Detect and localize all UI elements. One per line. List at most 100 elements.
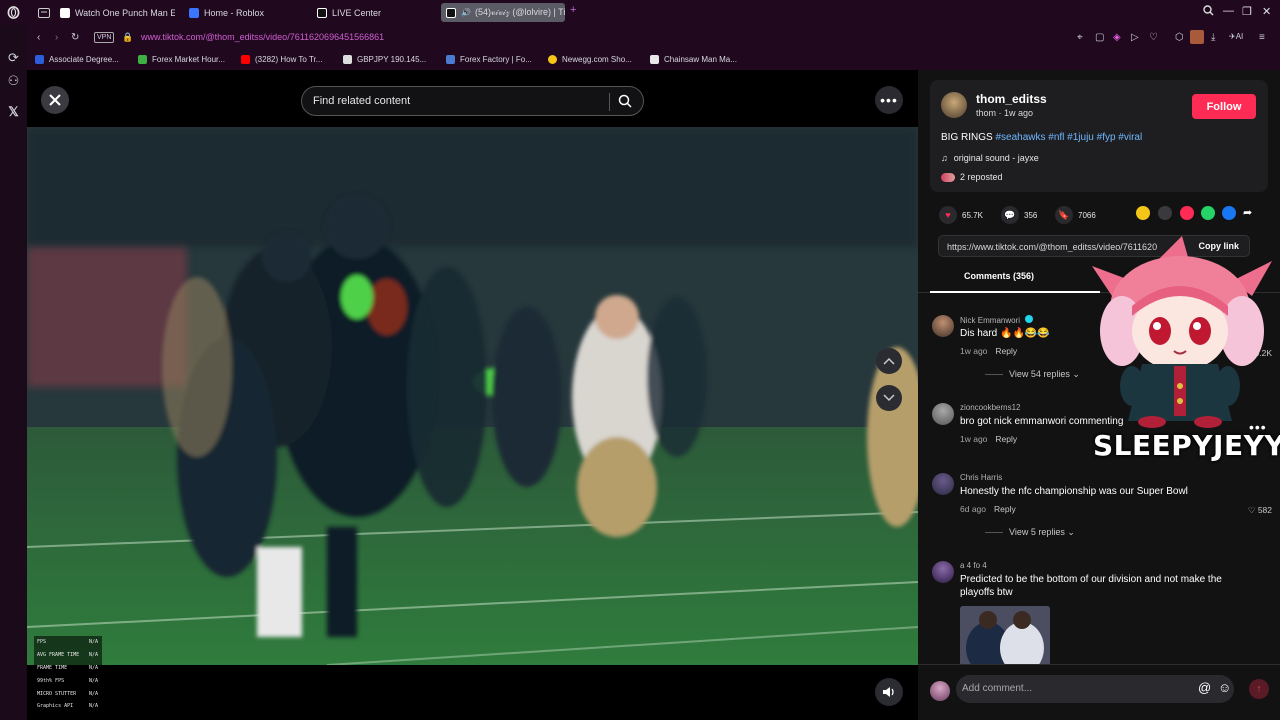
maximize-icon[interactable]: ❐ xyxy=(1242,5,1252,18)
related-search-bar[interactable]: Find related content xyxy=(301,86,644,116)
bookmark-item[interactable]: Forex Factory | Fo... xyxy=(446,55,532,64)
commenter-avatar[interactable] xyxy=(932,315,954,337)
fps-overlay: FPS N/A AVG FRAME TIME N/A FRAME TIME N/A 9… xyxy=(34,636,102,713)
like-count: 65.7K xyxy=(962,210,983,220)
x-twitter-icon[interactable]: 𝕏 xyxy=(5,103,22,120)
download-icon[interactable]: ⤓ xyxy=(1211,32,1215,43)
menu-icon[interactable]: ≡ xyxy=(1259,32,1265,43)
tab-roblox[interactable]: Home - Roblox xyxy=(189,3,289,22)
history-icon[interactable]: ⟳ xyxy=(5,49,22,66)
comment-time: 1w ago xyxy=(960,346,988,356)
facebook-icon[interactable] xyxy=(1222,206,1236,220)
follow-button[interactable]: Follow xyxy=(1192,94,1256,119)
search-icon[interactable] xyxy=(618,94,632,113)
tab-live-center[interactable]: LIVE Center xyxy=(317,3,417,22)
commenter-username[interactable]: a 4 fo 4 xyxy=(960,561,987,570)
comment-button[interactable]: 💬 356 xyxy=(1001,206,1037,224)
commenter-username[interactable]: Chris Harris xyxy=(960,473,1002,482)
volume-button[interactable] xyxy=(875,678,903,706)
reply-button[interactable]: Reply xyxy=(995,346,1017,356)
new-tab-icon[interactable]: + xyxy=(570,4,576,16)
commenter-avatar[interactable] xyxy=(932,403,954,425)
fps-value: N/A xyxy=(88,703,98,710)
bookmark-label: Newegg.com Sho... xyxy=(562,55,632,64)
tab-menu-icon[interactable] xyxy=(35,4,52,21)
view-replies-button[interactable]: View 5 replies ⌄ xyxy=(985,527,1075,538)
mention-icon[interactable]: @ xyxy=(1198,680,1211,695)
next-video-button[interactable] xyxy=(876,385,902,411)
snapshot-icon[interactable]: ▢ xyxy=(1095,32,1104,43)
crunchyroll-icon xyxy=(60,7,70,18)
fps-label: MICRO STUTTER xyxy=(37,690,77,697)
comment-text: Honestly the nfc championship was our Su… xyxy=(960,486,1188,497)
tab-comments[interactable]: Comments (356) xyxy=(964,271,1034,281)
reply-button[interactable]: Reply xyxy=(995,434,1017,444)
post-comment-button[interactable]: ↑ xyxy=(1249,679,1269,699)
comment-icon: 💬 xyxy=(1001,206,1019,224)
view-replies-button[interactable]: View 54 replies ⌄ xyxy=(985,369,1080,380)
previous-video-button[interactable] xyxy=(876,348,902,374)
close-window-icon[interactable]: ✕ xyxy=(1262,5,1271,18)
url-field[interactable]: www.tiktok.com/@thom_editss/video/761162… xyxy=(141,32,384,42)
extensions-icon[interactable]: ⬡ xyxy=(1175,32,1184,43)
pin-icon[interactable]: ⌖ xyxy=(1077,32,1083,43)
search-divider xyxy=(609,93,610,111)
commenter-username[interactable]: Nick Emmanwori xyxy=(960,315,1034,325)
reply-button[interactable]: Reply xyxy=(994,504,1016,514)
comment-time: 6d ago xyxy=(960,504,986,514)
tab-one-punch-man[interactable]: Watch One Punch Man En xyxy=(60,3,175,22)
more-options-button[interactable]: ••• xyxy=(875,86,903,114)
emoji-icon[interactable]: ☺ xyxy=(1218,680,1231,695)
comment-like-button[interactable]: ♡ 582 xyxy=(1248,505,1272,516)
lock-icon[interactable]: 🔒 xyxy=(122,32,133,43)
save-button[interactable]: 🔖 7066 xyxy=(1055,206,1096,224)
bookmark-item[interactable]: (3282) How To Tr... xyxy=(241,55,322,64)
author-username[interactable]: thom_editss xyxy=(976,92,1047,106)
fps-value: N/A xyxy=(88,652,98,659)
video-player[interactable]: Find related content ••• FPS N/A AVG FRAM… xyxy=(27,70,918,720)
repost-info[interactable]: 2 reposted xyxy=(941,172,1003,182)
search-tabs-icon[interactable] xyxy=(1203,5,1214,19)
share-friends-icon[interactable] xyxy=(1136,206,1150,220)
bookmark-item[interactable]: Chainsaw Man Ma... xyxy=(650,55,737,64)
tab-tiktok-active[interactable]: 🔊 (54)𝓋𝒾𝓋𝒾𝓏 (@lolvire) | Ti xyxy=(441,3,565,22)
play-icon[interactable]: ▷ xyxy=(1131,32,1139,43)
bookmark-item[interactable]: Newegg.com Sho... xyxy=(548,55,632,64)
comment-meta: 1w ago Reply xyxy=(960,346,1017,356)
bookmark-item[interactable]: Associate Degree... xyxy=(35,55,119,64)
commenter-avatar[interactable] xyxy=(932,561,954,583)
opera-logo-icon[interactable] xyxy=(5,4,22,21)
add-comment-input[interactable]: Add comment... @ ☺ xyxy=(956,675,1234,703)
bookmark-icon: 🔖 xyxy=(1055,206,1073,224)
sound-link[interactable]: ♫ original sound - jayxe xyxy=(941,153,1039,163)
author-avatar[interactable] xyxy=(941,92,967,118)
caption-hashtags[interactable]: #seahawks #nfl #1juju #fyp #viral xyxy=(995,132,1142,143)
commenter-avatar[interactable] xyxy=(932,473,954,495)
close-video-button[interactable] xyxy=(41,86,69,114)
commenter-username[interactable]: zioncookberns12 xyxy=(960,403,1020,412)
whatsapp-icon[interactable] xyxy=(1201,206,1215,220)
speaker-icon[interactable]: 🔊 xyxy=(461,8,471,17)
minimize-icon[interactable]: — xyxy=(1223,5,1234,17)
comment-count: 356 xyxy=(1024,210,1038,220)
comment-image[interactable] xyxy=(960,606,1050,666)
ai-icon[interactable]: ✈AI xyxy=(1229,32,1243,41)
like-button[interactable]: ♥ 65.7K xyxy=(939,206,983,224)
shield-icon[interactable]: ◈ xyxy=(1113,32,1121,43)
video-frame[interactable] xyxy=(27,127,918,665)
heart-icon[interactable]: ♡ xyxy=(1149,32,1158,43)
vpn-badge[interactable]: VPN xyxy=(94,32,115,43)
embed-icon[interactable] xyxy=(1158,206,1172,220)
back-icon[interactable]: ‹ xyxy=(37,32,40,43)
search-input[interactable]: Find related content xyxy=(313,95,410,107)
share-arrow-icon[interactable]: ➦ xyxy=(1243,206,1257,220)
forward-icon[interactable]: › xyxy=(55,32,58,43)
send-icon[interactable] xyxy=(1180,206,1194,220)
bookmark-item[interactable]: GBPJPY 190.145... xyxy=(343,55,426,64)
reload-icon[interactable]: ↻ xyxy=(71,32,79,43)
tradingview-icon xyxy=(343,55,352,64)
profile-icon[interactable] xyxy=(1190,30,1204,44)
repost-avatars-icon xyxy=(941,172,955,182)
bookmark-item[interactable]: Forex Market Hour... xyxy=(138,55,225,64)
aria-icon[interactable]: ⚇ xyxy=(5,72,22,89)
